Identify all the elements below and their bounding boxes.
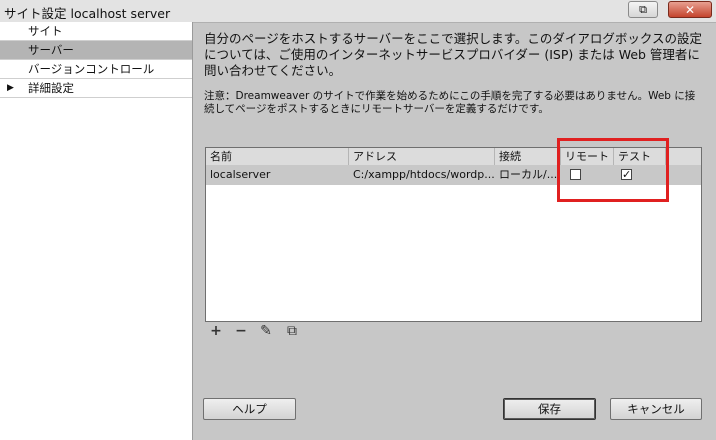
sidebar-item-servers[interactable]: サーバー <box>0 41 192 60</box>
expand-arrow-icon[interactable]: ▶ <box>7 79 14 97</box>
server-description: 自分のページをホストするサーバーをここで選択します。このダイアログボックスの設定… <box>204 31 703 78</box>
cancel-button[interactable]: キャンセル <box>610 398 702 420</box>
window-title: サイト設定 localhost server <box>4 6 171 21</box>
server-list-toolbar: + − ✎ ⧉ <box>205 322 702 340</box>
server-connection: ローカル/... <box>499 168 558 181</box>
column-header-address[interactable]: アドレス <box>349 148 495 165</box>
title-bar: サイト設定 localhost server ⧉ ✕ <box>0 0 716 23</box>
server-address: C:/xampp/htdocs/wordp... <box>353 168 495 181</box>
column-header-name[interactable]: 名前 <box>206 148 349 165</box>
save-button[interactable]: 保存 <box>503 398 596 420</box>
server-note: 注意：Dreamweaver のサイトで作業を始めるためにこの手順を完了する必要… <box>204 90 696 115</box>
sidebar-item-label: サーバー <box>28 43 74 57</box>
edit-icon[interactable]: ✎ <box>258 323 274 339</box>
close-icon: ✕ <box>684 2 696 17</box>
sidebar-item-label: サイト <box>28 24 63 38</box>
close-button[interactable]: ✕ <box>668 1 712 18</box>
server-name: localserver <box>210 168 271 181</box>
remove-icon[interactable]: − <box>233 323 249 339</box>
highlight-box <box>557 138 669 202</box>
category-sidebar: サイト サーバー バージョンコントロール ▶ 詳細設定 <box>0 22 193 440</box>
sidebar-item-label: 詳細設定 <box>28 81 74 95</box>
duplicate-icon[interactable]: ⧉ <box>284 323 300 339</box>
sidebar-item-version-control[interactable]: バージョンコントロール <box>0 60 192 79</box>
restore-button[interactable]: ⧉ <box>628 1 658 18</box>
sidebar-item-advanced-settings[interactable]: ▶ 詳細設定 <box>0 79 192 98</box>
add-icon[interactable]: + <box>208 323 224 339</box>
sidebar-item-site[interactable]: サイト <box>0 22 192 41</box>
help-button[interactable]: ヘルプ <box>203 398 296 420</box>
sidebar-item-label: バージョンコントロール <box>28 62 155 76</box>
restore-icon: ⧉ <box>639 2 647 16</box>
column-header-connection[interactable]: 接続 <box>495 148 561 165</box>
